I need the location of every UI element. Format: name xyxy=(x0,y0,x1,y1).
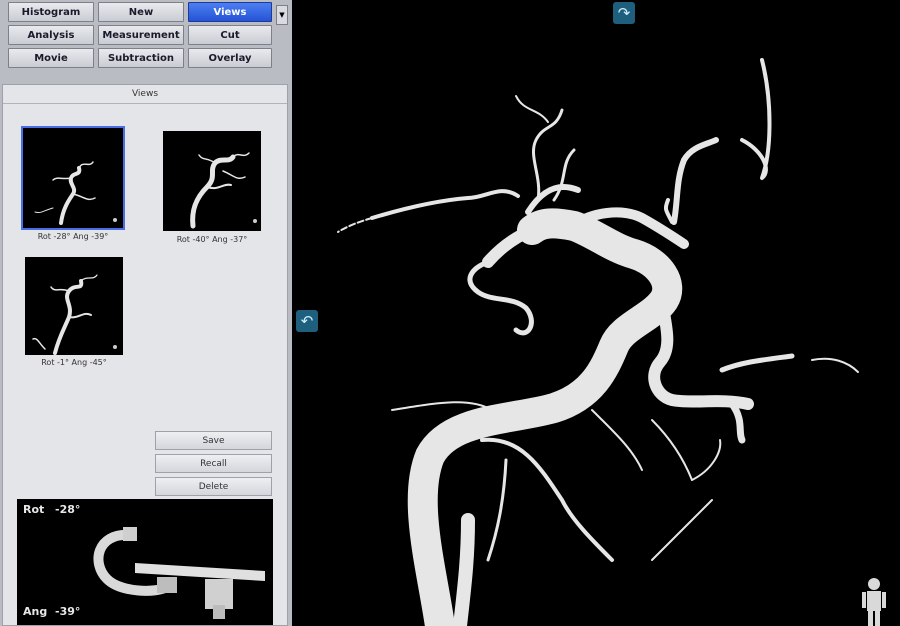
save-button[interactable]: Save xyxy=(155,431,272,450)
control-panel: Histogram New Views ▼ Analysis Measureme… xyxy=(0,0,292,626)
cut-button[interactable]: Cut xyxy=(188,25,272,45)
views-panel: Views Rot -28° Ang -39° Rot -40° Ang -37… xyxy=(2,84,288,626)
thumbnail-caption: Rot -40° Ang -37° xyxy=(176,235,248,244)
movie-button[interactable]: Movie xyxy=(8,48,94,68)
view-thumbnail-1[interactable]: Rot -28° Ang -39° xyxy=(21,126,125,248)
thumbnail-caption: Rot -28° Ang -39° xyxy=(37,232,109,241)
new-button[interactable]: New xyxy=(98,2,184,22)
views-button[interactable]: Views xyxy=(188,2,272,22)
view-thumbnail-2[interactable]: Rot -40° Ang -37° xyxy=(163,131,261,251)
c-arm-icon xyxy=(93,527,265,619)
thumbnail-image xyxy=(21,126,125,230)
recall-button[interactable]: Recall xyxy=(155,454,272,473)
subtraction-button[interactable]: Subtraction xyxy=(98,48,184,68)
view-thumbnail-3[interactable]: Rot -1° Ang -45° xyxy=(25,257,123,373)
overlay-button[interactable]: Overlay xyxy=(188,48,272,68)
c-arm-orientation-display: Rot -28° Ang -39° xyxy=(17,499,273,625)
vessel-rendering xyxy=(337,58,886,626)
views-panel-title: Views xyxy=(3,85,287,104)
thumbnail-image xyxy=(163,131,261,231)
3d-angiography-viewport[interactable]: ↷ ↶ xyxy=(292,0,900,626)
patient-orientation-figure xyxy=(862,578,886,626)
delete-button[interactable]: Delete xyxy=(155,477,272,496)
histogram-button[interactable]: Histogram xyxy=(8,2,94,22)
thumbnail-caption: Rot -1° Ang -45° xyxy=(41,358,107,367)
chevron-down-icon[interactable]: ▼ xyxy=(276,5,288,25)
thumbnail-image xyxy=(25,257,123,355)
analysis-button[interactable]: Analysis xyxy=(8,25,94,45)
measurement-button[interactable]: Measurement xyxy=(98,25,184,45)
